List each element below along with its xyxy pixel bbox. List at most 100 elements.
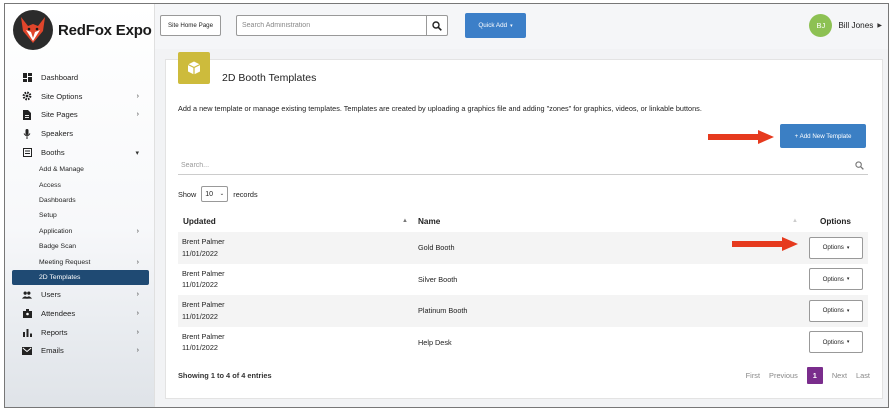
chevron-right-icon: › bbox=[136, 111, 139, 119]
chevron-right-icon: › bbox=[136, 347, 139, 355]
sidebar-item-label: Dashboard bbox=[41, 72, 79, 82]
pager-last[interactable]: Last bbox=[856, 371, 870, 380]
page-title: 2D Booth Templates bbox=[222, 72, 317, 84]
sidebar-subitem-badge-scan[interactable]: Badge Scan bbox=[5, 239, 155, 254]
add-new-template-button[interactable]: + Add New Template bbox=[780, 124, 866, 148]
updated-by: Brent Palmer bbox=[182, 237, 225, 246]
sidebar-subitem-application[interactable]: Application › bbox=[5, 224, 155, 239]
options-label: Options bbox=[822, 338, 844, 346]
booth-icon bbox=[22, 148, 32, 158]
template-name: Platinum Booth bbox=[418, 306, 468, 316]
user-menu[interactable]: BJ Bill Jones ▶ bbox=[809, 14, 882, 37]
updated-by: Brent Palmer bbox=[182, 268, 225, 278]
caret-down-icon: ▾ bbox=[846, 307, 850, 314]
updated-by: Brent Palmer bbox=[182, 300, 225, 309]
arrow-right-icon bbox=[708, 130, 774, 144]
caret-down-icon: ▾ bbox=[846, 244, 850, 251]
users-icon bbox=[22, 290, 32, 300]
chevron-right-icon: › bbox=[136, 227, 139, 235]
updated-cell: Brent Palmer 11/01/2022 bbox=[182, 299, 225, 322]
top-bar: Site Home Page Quick Add ▾ BJ Bill Jones… bbox=[155, 4, 888, 49]
records-label: records bbox=[233, 189, 258, 199]
chart-icon bbox=[22, 327, 32, 337]
sidebar-item-speakers[interactable]: Speakers bbox=[5, 124, 155, 143]
mail-icon bbox=[22, 346, 32, 356]
updated-date: 11/01/2022 bbox=[182, 280, 218, 289]
sidebar-subitem-setup[interactable]: Setup bbox=[5, 208, 155, 223]
sidebar-item-attendees[interactable]: Attendees › bbox=[5, 304, 155, 323]
page-description: Add a new template or manage existing te… bbox=[178, 104, 702, 113]
table-search bbox=[178, 157, 868, 175]
entries-info: Showing 1 to 4 of 4 entries bbox=[178, 371, 272, 380]
chevron-right-icon: › bbox=[136, 328, 139, 336]
quick-add-button[interactable]: Quick Add ▾ bbox=[465, 13, 526, 38]
sidebar-subitem-label: Access bbox=[39, 181, 61, 189]
options-button[interactable]: Options ▾ bbox=[809, 331, 863, 354]
admin-search-input[interactable] bbox=[237, 16, 426, 35]
sidebar-item-site-options[interactable]: Site Options › bbox=[5, 87, 155, 106]
template-name: Help Desk bbox=[418, 337, 452, 347]
sidebar-item-label: Site Options bbox=[41, 91, 83, 101]
caret-down-icon: ▾ bbox=[846, 276, 850, 283]
sort-icon: ▲ bbox=[792, 218, 798, 224]
options-label: Options bbox=[822, 244, 844, 252]
sidebar-subitem-label: Badge Scan bbox=[39, 243, 77, 251]
options-button[interactable]: Options ▾ bbox=[809, 299, 863, 322]
fox-logo-icon bbox=[13, 10, 53, 50]
sidebar-item-users[interactable]: Users › bbox=[5, 285, 155, 304]
search-button[interactable] bbox=[426, 16, 447, 35]
sidebar-item-dashboard[interactable]: Dashboard bbox=[5, 68, 155, 87]
dashboard-icon bbox=[22, 72, 32, 82]
sidebar-subitem-2d-templates[interactable]: 2D Templates bbox=[12, 269, 149, 286]
sidebar-item-label: Users bbox=[41, 290, 61, 299]
caret-down-icon: ▾ bbox=[510, 22, 513, 29]
sidebar-subitem-label: Dashboards bbox=[39, 196, 76, 204]
updated-cell: Brent Palmer 11/01/2022 bbox=[182, 236, 225, 259]
updated-by: Brent Palmer bbox=[182, 331, 225, 341]
brand-name: RedFox Expo bbox=[58, 21, 152, 39]
column-header-updated[interactable]: Updated bbox=[183, 217, 216, 226]
column-header-name[interactable]: Name bbox=[418, 217, 440, 226]
chevron-down-icon: ⌄ bbox=[219, 191, 225, 197]
sidebar-item-label: Site Pages bbox=[41, 110, 78, 120]
chevron-down-icon: ▾ bbox=[135, 149, 139, 157]
sidebar-subitem-dashboards[interactable]: Dashboards bbox=[5, 193, 155, 208]
options-button[interactable]: Options ▾ bbox=[809, 236, 863, 259]
template-name: Silver Booth bbox=[418, 274, 458, 284]
site-home-page-button[interactable]: Site Home Page bbox=[160, 15, 221, 36]
sidebar-subitem-meeting-request[interactable]: Meeting Request › bbox=[5, 254, 155, 269]
file-icon bbox=[22, 109, 32, 120]
template-name: Gold Booth bbox=[418, 243, 455, 253]
pager-current-page[interactable]: 1 bbox=[806, 367, 823, 384]
options-button[interactable]: Options ▾ bbox=[809, 268, 863, 291]
sidebar-item-booths[interactable]: Booths ▾ bbox=[5, 143, 155, 162]
sidebar-item-label: Speakers bbox=[41, 129, 74, 139]
sidebar-subitem-access[interactable]: Access bbox=[5, 177, 155, 192]
gear-icon bbox=[22, 91, 32, 101]
updated-cell: Brent Palmer 11/01/2022 bbox=[182, 331, 225, 354]
table-row: Brent Palmer 11/01/2022 Platinum Booth O… bbox=[178, 295, 868, 327]
options-label: Options bbox=[822, 307, 844, 315]
search-icon bbox=[432, 20, 442, 31]
sidebar-subitem-label: Add & Manage bbox=[39, 166, 84, 174]
pager-first[interactable]: First bbox=[746, 371, 760, 380]
chevron-right-icon: › bbox=[136, 291, 139, 298]
sidebar-item-site-pages[interactable]: Site Pages › bbox=[5, 106, 155, 125]
records-per-page-value: 10 bbox=[205, 190, 214, 198]
sidebar-item-label: Attendees bbox=[41, 308, 76, 318]
sidebar-item-label: Booths bbox=[41, 148, 65, 158]
caret-right-icon: ▶ bbox=[877, 23, 882, 29]
pager-previous[interactable]: Previous bbox=[769, 371, 798, 380]
table-header: Updated ▲ Name ▲ Options bbox=[178, 212, 868, 230]
sidebar-subitem-label: Meeting Request bbox=[39, 258, 91, 266]
pager-next[interactable]: Next bbox=[832, 371, 847, 380]
sidebar-item-reports[interactable]: Reports › bbox=[5, 323, 155, 342]
brand-logo[interactable]: RedFox Expo bbox=[13, 10, 152, 50]
records-per-page-select[interactable]: 10 ⌄ bbox=[201, 186, 229, 202]
table-search-input[interactable] bbox=[178, 162, 850, 169]
sidebar-subitem-add-manage[interactable]: Add & Manage bbox=[5, 162, 155, 177]
caret-down-icon: ▾ bbox=[846, 339, 850, 346]
sidebar-item-emails[interactable]: Emails › bbox=[5, 342, 155, 361]
sidebar-item-label: Emails bbox=[41, 346, 64, 356]
page-length-control: Show 10 ⌄ records bbox=[178, 186, 258, 202]
